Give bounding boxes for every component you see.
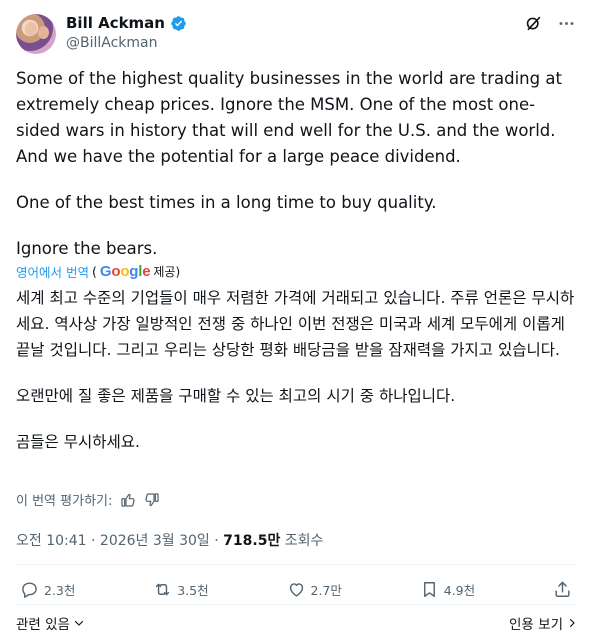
- more-options-icon[interactable]: [557, 14, 576, 33]
- avatar[interactable]: [16, 14, 56, 54]
- translated-from-label[interactable]: 영어에서 번역( Google 제공): [16, 262, 180, 281]
- tweet-paragraph: Some of the highest quality businesses i…: [16, 69, 562, 166]
- reply-count: 2.3천: [44, 583, 76, 598]
- handle[interactable]: @BillAckman: [66, 35, 158, 51]
- bookmark-icon: [423, 582, 435, 597]
- repost-icon: [156, 583, 170, 596]
- rate-translation-label: 이 번역 평가하기:: [16, 494, 113, 509]
- tweet-text: Some of the highest quality businesses i…: [16, 66, 576, 262]
- display-name[interactable]: Bill Ackman: [66, 14, 165, 32]
- author-name-row: Bill Ackman: [66, 14, 187, 32]
- translated-paragraph: 세계 최고 수준의 기업들이 매우 저렴한 가격에 거래되고 있습니다. 주류 …: [16, 289, 575, 359]
- verified-badge-icon: [171, 15, 186, 31]
- view-quotes-link[interactable]: 인용 보기: [509, 613, 578, 633]
- chevron-down-icon: [74, 620, 84, 626]
- timestamp[interactable]: 오전 10:41 · 2026년 3월 30일 ·: [16, 533, 223, 549]
- heart-icon: [289, 583, 303, 597]
- views-label: 조회수: [280, 533, 324, 549]
- bookmark-count: 4.9천: [443, 583, 476, 598]
- share-button[interactable]: [553, 580, 572, 599]
- action-bar: 2.3천 3.5천 2.7만 4.9천: [20, 580, 572, 599]
- reply-button[interactable]: 2.3천: [20, 580, 75, 599]
- translated-paragraph: 곰들은 무시하세요.: [16, 433, 140, 451]
- related-dropdown[interactable]: 관련 있음: [16, 613, 85, 633]
- rate-translation: 이 번역 평가하기:: [16, 490, 160, 509]
- provided-label: 제공): [153, 265, 181, 279]
- tweet-paragraph: One of the best times in a long time to …: [16, 193, 437, 212]
- bookmark-button[interactable]: 4.9천: [420, 580, 475, 599]
- repost-count: 3.5천: [177, 583, 209, 598]
- grok-icon[interactable]: [524, 14, 543, 33]
- like-button[interactable]: 2.7만: [287, 580, 342, 599]
- chevron-right-icon: [569, 618, 575, 628]
- repost-button[interactable]: 3.5천: [153, 580, 209, 599]
- view-quotes-label: 인용 보기: [509, 617, 563, 633]
- thumbs-up-icon[interactable]: [120, 492, 136, 508]
- translated-text: 세계 최고 수준의 기업들이 매우 저렴한 가격에 거래되고 있습니다. 주류 …: [16, 285, 576, 455]
- tweet-meta: 오전 10:41 · 2026년 3월 30일 · 718.5만 조회수: [16, 530, 323, 550]
- reply-icon: [22, 582, 37, 598]
- translated-paragraph: 오랜만에 질 좋은 제품을 구매할 수 있는 최고의 시기 중 하나입니다.: [16, 387, 456, 405]
- share-icon: [555, 581, 570, 597]
- view-count: 718.5만: [223, 533, 281, 549]
- google-logo: Google: [99, 263, 151, 280]
- tweet-header: Bill Ackman @BillAckman: [16, 12, 576, 58]
- like-count: 2.7만: [310, 583, 342, 598]
- tweet-paragraph: Ignore the bears.: [16, 239, 158, 258]
- thumbs-down-icon[interactable]: [144, 492, 160, 508]
- divider: [16, 564, 576, 565]
- related-label: 관련 있음: [16, 617, 70, 633]
- translated-from-text: 영어에서 번역: [16, 265, 89, 280]
- divider: [16, 604, 576, 605]
